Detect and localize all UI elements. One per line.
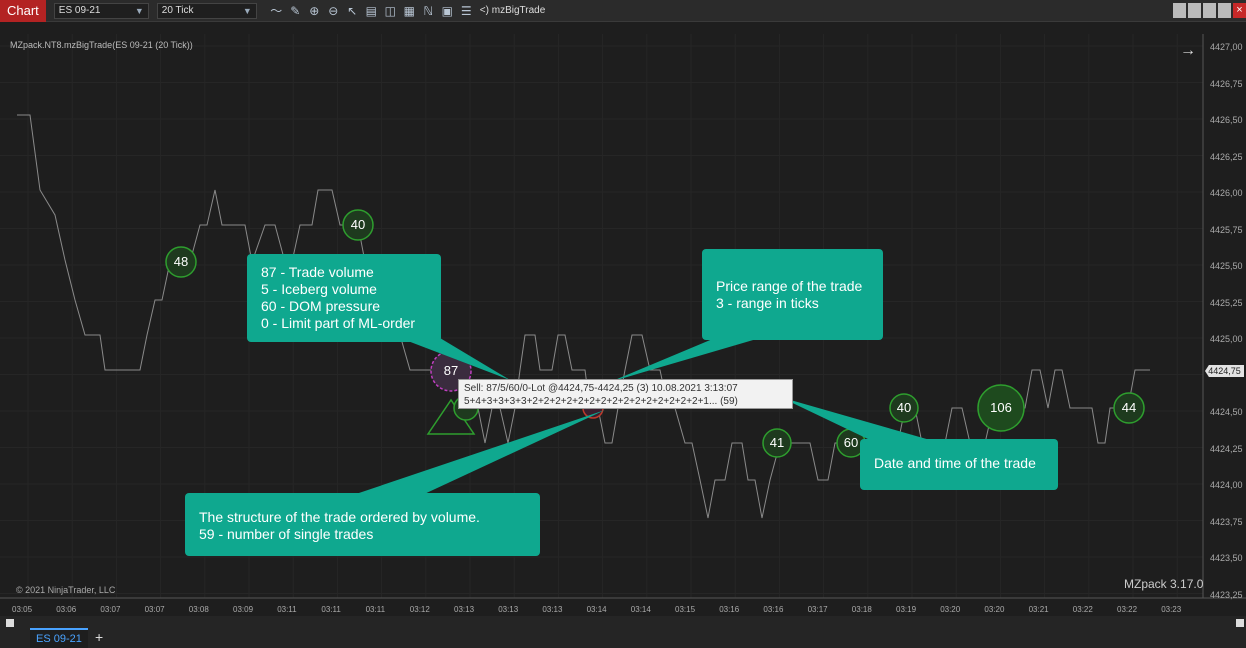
time-axis-label: 03:13 bbox=[542, 605, 563, 614]
time-axis-label: 03:20 bbox=[984, 605, 1005, 614]
price-axis-label: 4423,50 bbox=[1210, 553, 1243, 563]
price-axis-label: 4424,00 bbox=[1210, 480, 1243, 490]
time-axis-label: 03:13 bbox=[454, 605, 475, 614]
price-axis-label: 4425,50 bbox=[1210, 261, 1243, 271]
bubble-label-44: 44 bbox=[1121, 400, 1137, 415]
time-axis-label: 03:22 bbox=[1072, 605, 1093, 614]
price-axis-label: 4423,75 bbox=[1210, 516, 1243, 527]
time-axis-label: 03:19 bbox=[896, 605, 917, 614]
chart-grid bbox=[0, 34, 1203, 598]
price-axis-label: 4427,00 bbox=[1210, 42, 1243, 52]
callout-line: Date and time of the trade bbox=[874, 455, 1036, 471]
time-axis-label: 03:16 bbox=[719, 605, 740, 614]
time-axis-label: 03:22 bbox=[1117, 605, 1138, 614]
study-label: MZpack.NT8.mzBigTrade(ES 09-21 (20 Tick)… bbox=[10, 40, 193, 50]
bubble-label-41: 41 bbox=[769, 435, 785, 450]
price-axis-label: 4426,75 bbox=[1210, 78, 1243, 89]
callout-line: The structure of the trade ordered by vo… bbox=[199, 509, 480, 525]
price-axis-label: 4426,50 bbox=[1210, 115, 1243, 125]
time-axis-label: 03:12 bbox=[409, 605, 430, 614]
time-axis-label: 03:14 bbox=[630, 605, 651, 614]
copyright: © 2021 NinjaTrader, LLC bbox=[16, 585, 116, 595]
arrow-right-icon[interactable]: → bbox=[1180, 42, 1196, 60]
time-axis-label: 03:14 bbox=[586, 605, 607, 614]
callout-line: 60 - DOM pressure bbox=[261, 298, 381, 314]
price-axis-label: 4426,25 bbox=[1210, 151, 1243, 162]
price-axis-label: 4424,50 bbox=[1210, 407, 1243, 417]
time-axis-label: 03:23 bbox=[1161, 605, 1182, 614]
callout-line: 0 - Limit part of ML-order bbox=[261, 315, 416, 331]
time-axis-label: 03:07 bbox=[144, 605, 165, 614]
callout-pointer-price-range bbox=[610, 338, 760, 382]
price-axis-label: 4423,25 bbox=[1210, 589, 1243, 600]
time-axis-label: 03:15 bbox=[675, 605, 696, 614]
price-axis-label: 4425,25 bbox=[1210, 297, 1243, 308]
time-axis-label: 03:09 bbox=[233, 605, 254, 614]
callout-line: 59 - number of single trades bbox=[199, 526, 374, 542]
time-axis-label: 03:11 bbox=[321, 605, 341, 614]
callout-line: 3 - range in ticks bbox=[716, 295, 819, 311]
time-axis-label: 03:20 bbox=[940, 605, 961, 614]
callout-pointer-structure bbox=[350, 410, 605, 496]
time-axis-label: 03:18 bbox=[851, 605, 872, 614]
time-axis-label: 03:07 bbox=[100, 605, 121, 614]
scroll-right-icon[interactable] bbox=[1236, 619, 1244, 627]
time-axis-label: 03:06 bbox=[56, 605, 77, 614]
time-axis-label: 03:16 bbox=[763, 605, 784, 614]
price-axis-label: 4426,00 bbox=[1210, 188, 1243, 198]
price-axis-label: 4425,00 bbox=[1210, 334, 1243, 344]
callout-line: 87 - Trade volume bbox=[261, 264, 374, 280]
callout-structure: The structure of the trade ordered by vo… bbox=[185, 493, 540, 556]
bubble-label-87: 87 bbox=[443, 363, 459, 378]
tooltip-line-1: Sell: 87/5/60/0-Lot @4424,75-4424,25 (3)… bbox=[464, 383, 738, 394]
tooltip-line-2: 5+4+3+3+3+3+2+2+2+2+2+2+2+2+2+2+2+2+2+2+… bbox=[464, 396, 738, 407]
add-tab-button[interactable]: + bbox=[95, 629, 103, 645]
bubble-label-60: 60 bbox=[843, 435, 859, 450]
price-axis-label: 4424,25 bbox=[1210, 443, 1243, 454]
bubble-label-40: 40 bbox=[350, 217, 366, 232]
bubble-label-40: 40 bbox=[896, 400, 912, 415]
bubble-label-48: 48 bbox=[173, 254, 189, 269]
time-axis-label: 03:13 bbox=[498, 605, 519, 614]
time-axis-label: 03:21 bbox=[1028, 605, 1049, 614]
time-axis-label: 03:05 bbox=[12, 605, 33, 614]
brand-label: MZpack 3.17.0 bbox=[1124, 577, 1204, 591]
time-axis-label: 03:11 bbox=[365, 605, 386, 614]
scroll-left-icon[interactable] bbox=[6, 619, 14, 627]
callout-legend: 87 - Trade volume 5 - Iceberg volume 60 … bbox=[247, 254, 441, 342]
trade-tooltip: Sell: 87/5/60/0-Lot @4424,75-4424,25 (3)… bbox=[458, 379, 793, 409]
time-axis-label: 03:11 bbox=[277, 605, 297, 614]
time-axis-label: 03:17 bbox=[807, 605, 828, 614]
callout-line: Price range of the trade bbox=[716, 278, 863, 294]
callout-price-range: Price range of the trade 3 - range in ti… bbox=[702, 249, 883, 340]
instrument-tab[interactable]: ES 09-21 bbox=[30, 628, 88, 648]
current-price-marker: 4424,75 bbox=[1205, 365, 1244, 377]
callout-line: 5 - Iceberg volume bbox=[261, 281, 377, 297]
bubble-label-106: 106 bbox=[990, 400, 1012, 415]
bottom-tab-strip bbox=[0, 616, 1246, 648]
price-axis-label: 4425,75 bbox=[1210, 224, 1243, 235]
time-axis-label: 03:08 bbox=[188, 605, 209, 614]
callout-datetime: Date and time of the trade bbox=[860, 439, 1058, 490]
